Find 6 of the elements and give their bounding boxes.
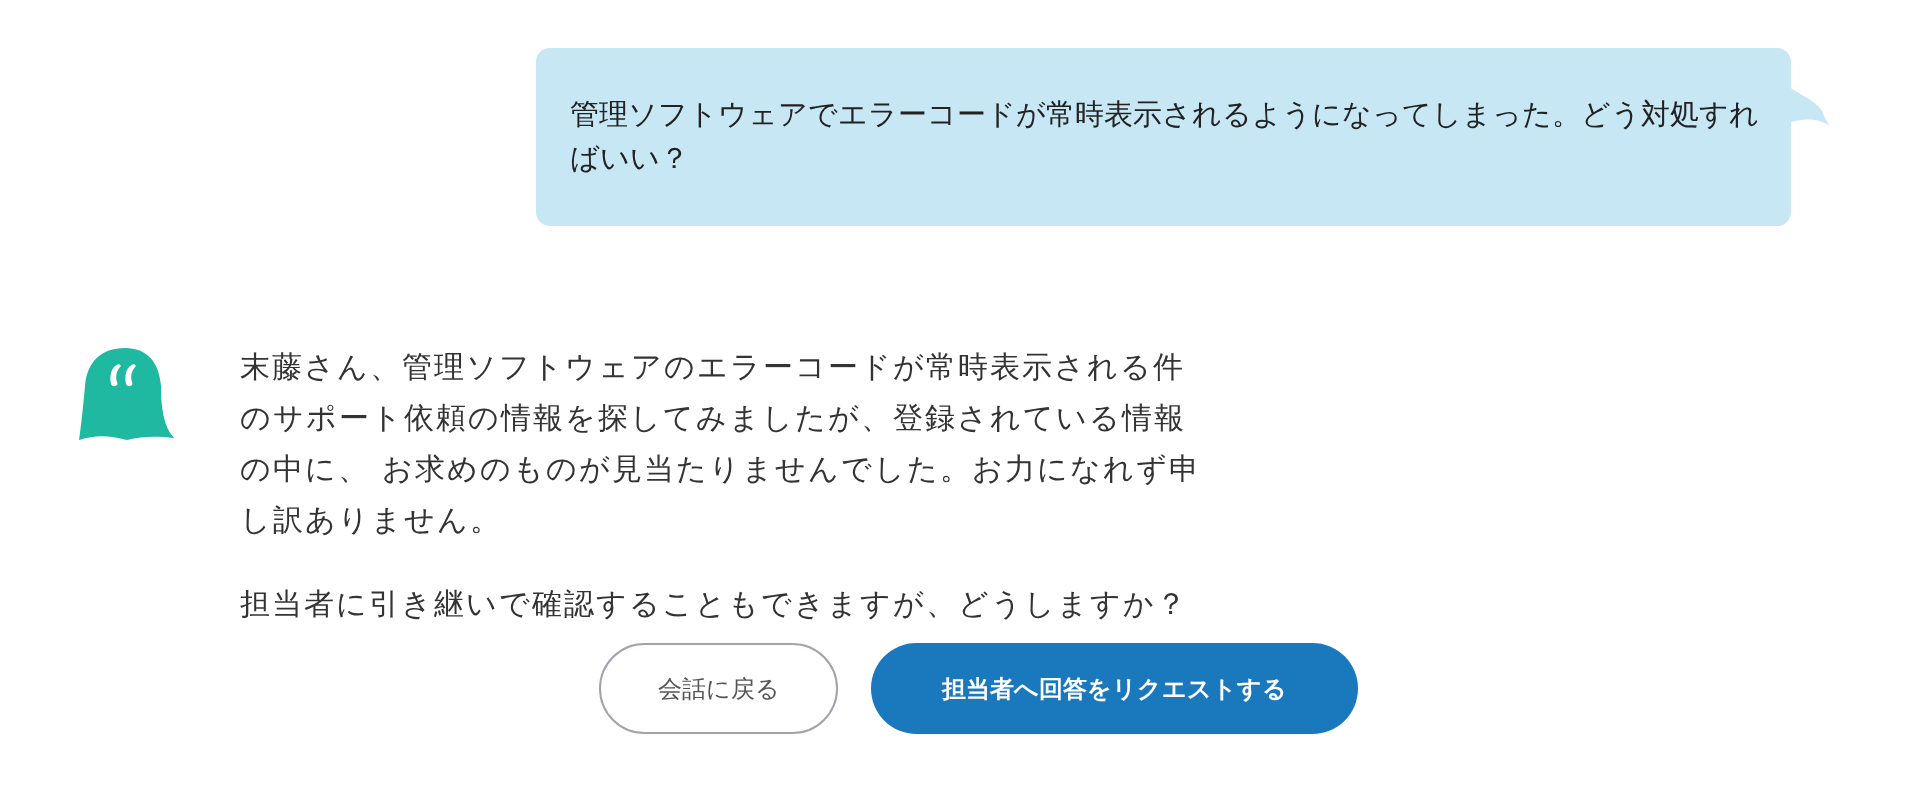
message-text: 管理ソフトウェアでエラーコードが常時表示されるようになってしまった。どう対処すればいい？ [570,96,1760,177]
ghost-avatar-icon [79,346,174,442]
reply-text: 末藤さん、管理ソフトウェアのエラーコードが常時表示される件のサポート依頼の情報を探してみましたが、登録されている情報の中に、 お求めのものが見当たりませんでした。お力になれず申し訳ありません。 [240,348,1202,539]
request-answer-button[interactable]: 担当者へ回答をリクエストする [871,643,1358,734]
back-button[interactable]: 会話に戻る [599,643,838,734]
reply-text: 担当者に引き継いで確認することもできますが、どうしますか？ [240,585,1189,623]
